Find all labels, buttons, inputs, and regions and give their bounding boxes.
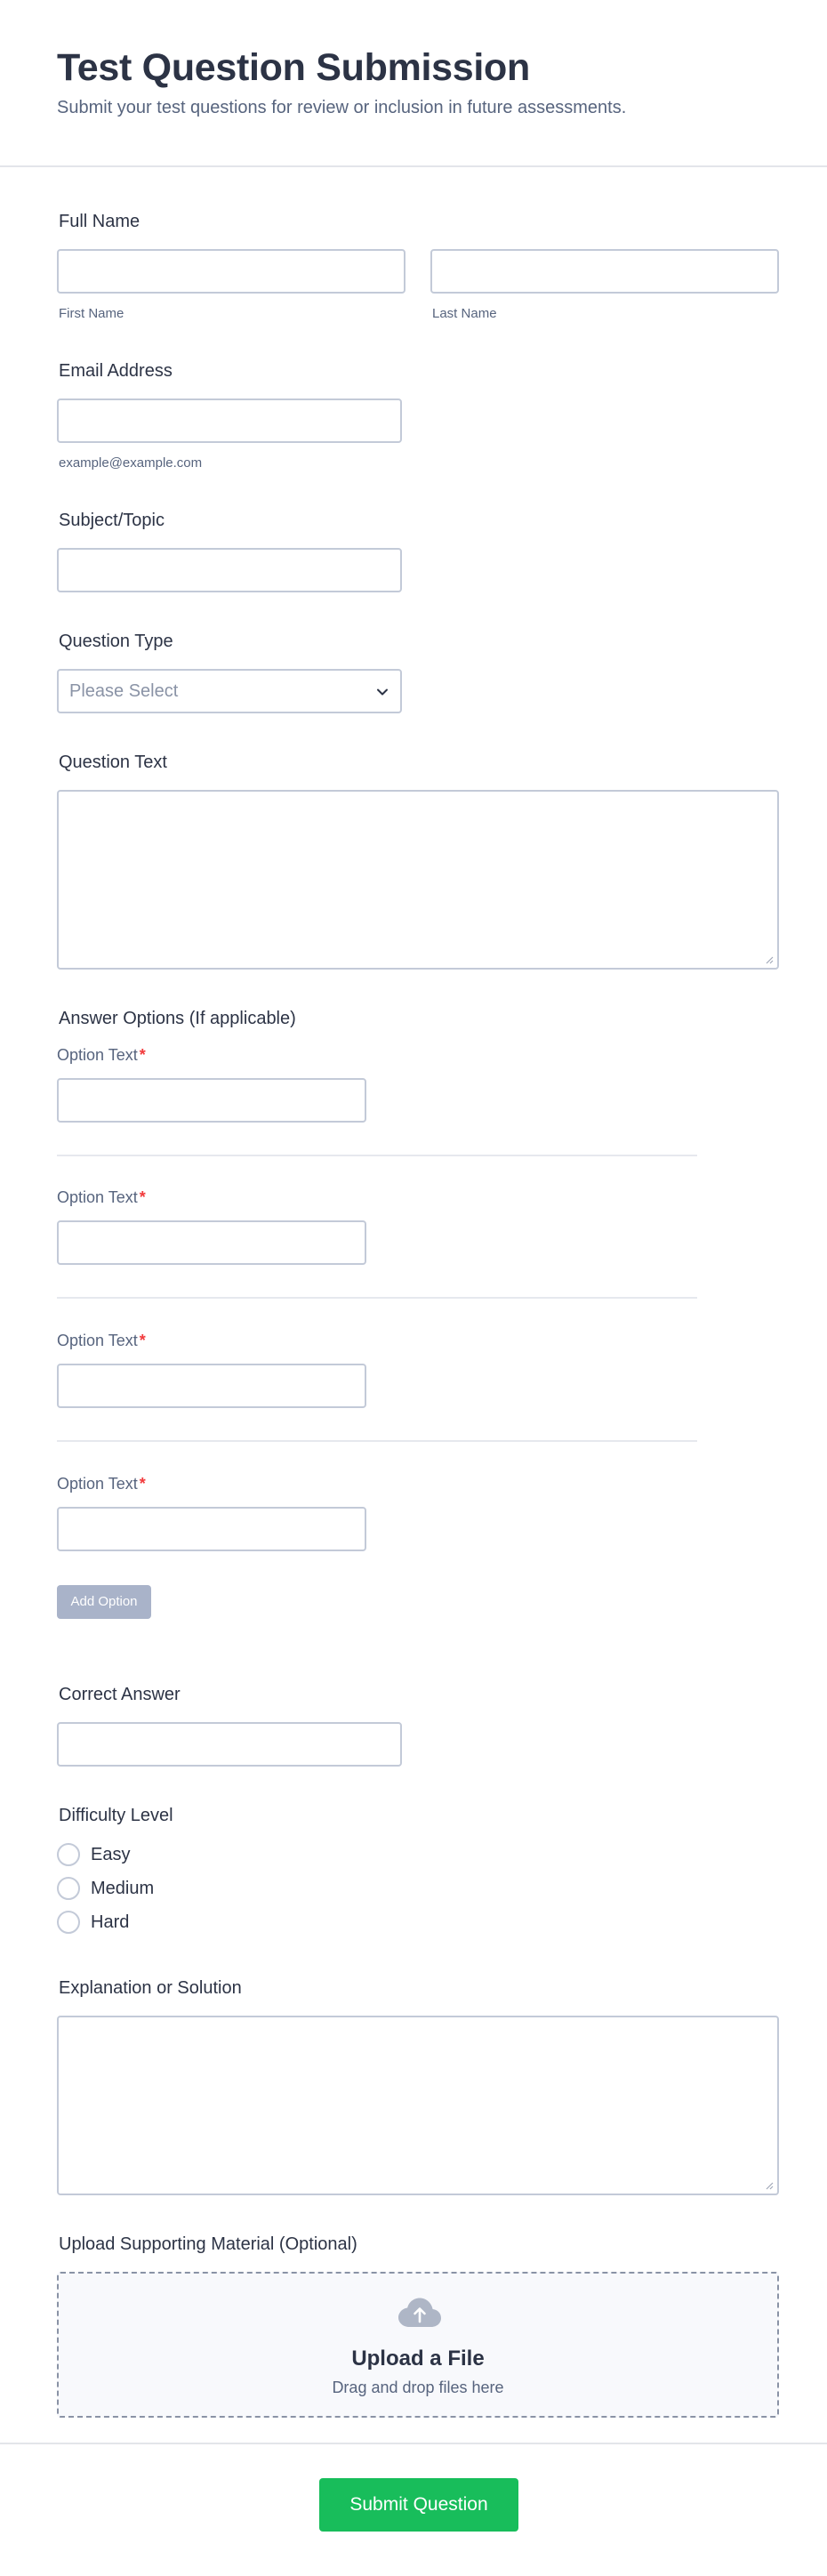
difficulty-label: Difficulty Level [59,1806,173,1825]
email-sublabel: example@example.com [59,455,203,471]
full-name-label: Full Name [59,212,141,231]
radio-label: Easy [91,1845,131,1864]
radio-button[interactable] [57,1911,80,1934]
correct-answer-input[interactable] [57,1722,402,1767]
required-marker: * [139,1188,146,1206]
form-header: Test Question Submission Submit your tes… [0,0,827,167]
option-text-input[interactable] [57,1507,366,1551]
question-type-select[interactable]: Please Select [57,669,402,713]
correct-answer-label: Correct Answer [59,1685,181,1704]
answer-options-label: Answer Options (If applicable) [59,1009,296,1028]
add-option-button[interactable]: Add Option [57,1585,151,1619]
footer-divider [0,2443,827,2444]
radio-button[interactable] [57,1877,80,1900]
email-input[interactable] [57,398,402,443]
option-divider [57,1297,697,1299]
required-marker: * [139,1046,146,1064]
cloud-upload-icon [398,2298,441,2327]
option-text-label: Option Text * [57,1475,146,1493]
option-text-label: Option Text * [57,1188,146,1206]
resize-handle-icon[interactable] [765,2181,774,2190]
last-name-input[interactable] [430,249,779,294]
option-text-input[interactable] [57,1364,366,1408]
option-divider [57,1155,697,1156]
option-divider [57,1440,697,1442]
explanation-label: Explanation or Solution [59,1978,242,1998]
option-text-label: Option Text * [57,1046,146,1064]
first-name-input[interactable] [57,249,405,294]
radio-button[interactable] [57,1843,80,1866]
required-marker: * [139,1332,146,1349]
resize-handle-icon[interactable] [765,955,774,964]
upload-label: Upload Supporting Material (Optional) [59,2234,357,2254]
option-text-label: Option Text * [57,1332,146,1349]
subject-label: Subject/Topic [59,511,165,530]
radio-label: Hard [91,1912,130,1932]
first-name-sublabel: First Name [59,306,124,321]
upload-title: Upload a File [351,2347,485,2371]
question-type-selected: Please Select [69,681,179,701]
email-label: Email Address [59,361,173,381]
upload-subtitle: Drag and drop files here [332,2379,504,2396]
question-text-label: Question Text [59,753,167,772]
required-marker: * [139,1475,146,1493]
option-text-input[interactable] [57,1078,366,1123]
page-title: Test Question Submission [57,46,530,89]
radio-label: Medium [91,1879,155,1898]
file-upload-dropzone[interactable]: Upload a File Drag and drop files here [57,2272,779,2418]
explanation-text-area[interactable] [57,2016,779,2195]
chevron-down-icon [377,688,388,696]
page-subtitle: Submit your test questions for review or… [57,98,627,117]
last-name-sublabel: Last Name [432,306,497,321]
subject-input[interactable] [57,548,402,592]
submit-button[interactable]: Submit Question [319,2478,518,2532]
option-text-input[interactable] [57,1220,366,1265]
question-type-label: Question Type [59,632,173,651]
question-text-area[interactable] [57,790,779,970]
